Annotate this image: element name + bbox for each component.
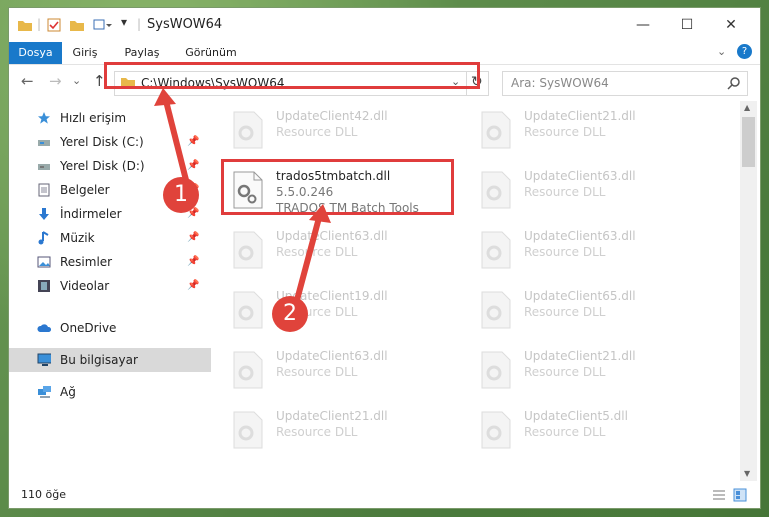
step-marker-2: 2 — [272, 296, 308, 332]
arrow-2-head — [309, 204, 331, 223]
arrow-2-line — [294, 213, 323, 301]
arrow-1-head — [154, 88, 176, 106]
annotation-arrows — [154, 88, 331, 301]
arrow-1-line — [162, 96, 189, 181]
step-marker-1: 1 — [163, 177, 199, 213]
